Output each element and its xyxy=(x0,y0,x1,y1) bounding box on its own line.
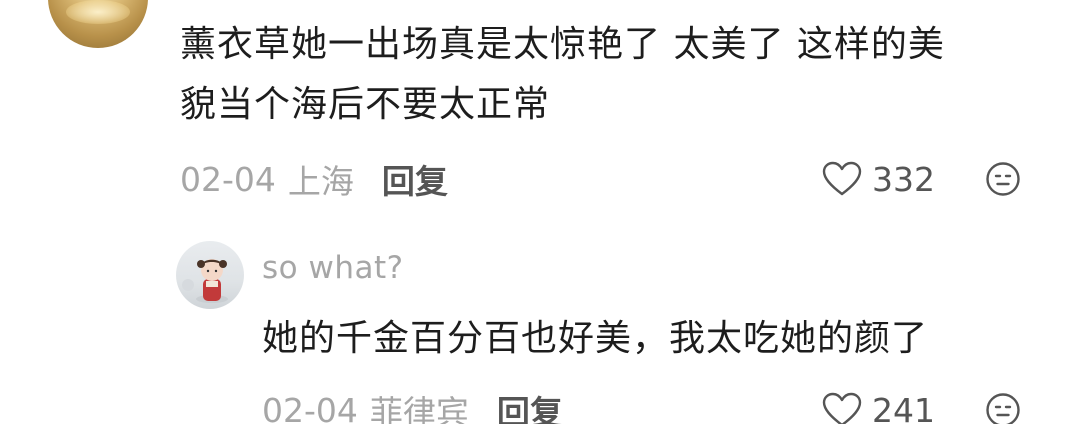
reply-username[interactable]: so what? xyxy=(262,250,404,286)
heart-outline-icon xyxy=(822,392,862,424)
comment-meta: 02-04 上海 回复 xyxy=(180,155,448,203)
neutral-face-icon[interactable] xyxy=(985,161,1021,197)
reply-avatar[interactable] xyxy=(176,241,244,309)
reply-location: 菲律宾 xyxy=(369,393,469,424)
commenter-avatar[interactable] xyxy=(48,0,148,48)
reply-date: 02-04 xyxy=(262,390,358,424)
comment-like-button[interactable]: 332 xyxy=(822,157,935,201)
avatar-glow xyxy=(66,0,130,24)
heart-outline-icon xyxy=(822,161,862,196)
comment-text-line1: 薰衣草她一出场真是太惊艳了 太美了 这样的美 xyxy=(180,24,945,65)
reply-meta: 02-04 菲律宾 回复 xyxy=(262,388,563,424)
reply-like-count: 241 xyxy=(872,390,935,424)
comment-like-count: 332 xyxy=(872,159,935,199)
comment-date: 02-04 xyxy=(180,159,276,199)
reply-reply-button[interactable]: 回复 xyxy=(497,386,563,424)
comment-reply-button[interactable]: 回复 xyxy=(382,155,448,203)
reply-text: 她的千金百分百也好美，我太吃她的颜了 xyxy=(262,318,929,359)
neutral-face-icon[interactable] xyxy=(985,392,1021,424)
comment-location: 上海 xyxy=(287,162,354,201)
comment-thread: 薰衣草她一出场真是太惊艳了 太美了 这样的美 貌当个海后不要太正常 02-04 … xyxy=(0,0,1080,424)
figurine-avatar-image xyxy=(182,259,228,303)
comment-text-line2: 貌当个海后不要太正常 xyxy=(180,84,551,125)
reply-like-button[interactable]: 241 xyxy=(822,388,935,424)
